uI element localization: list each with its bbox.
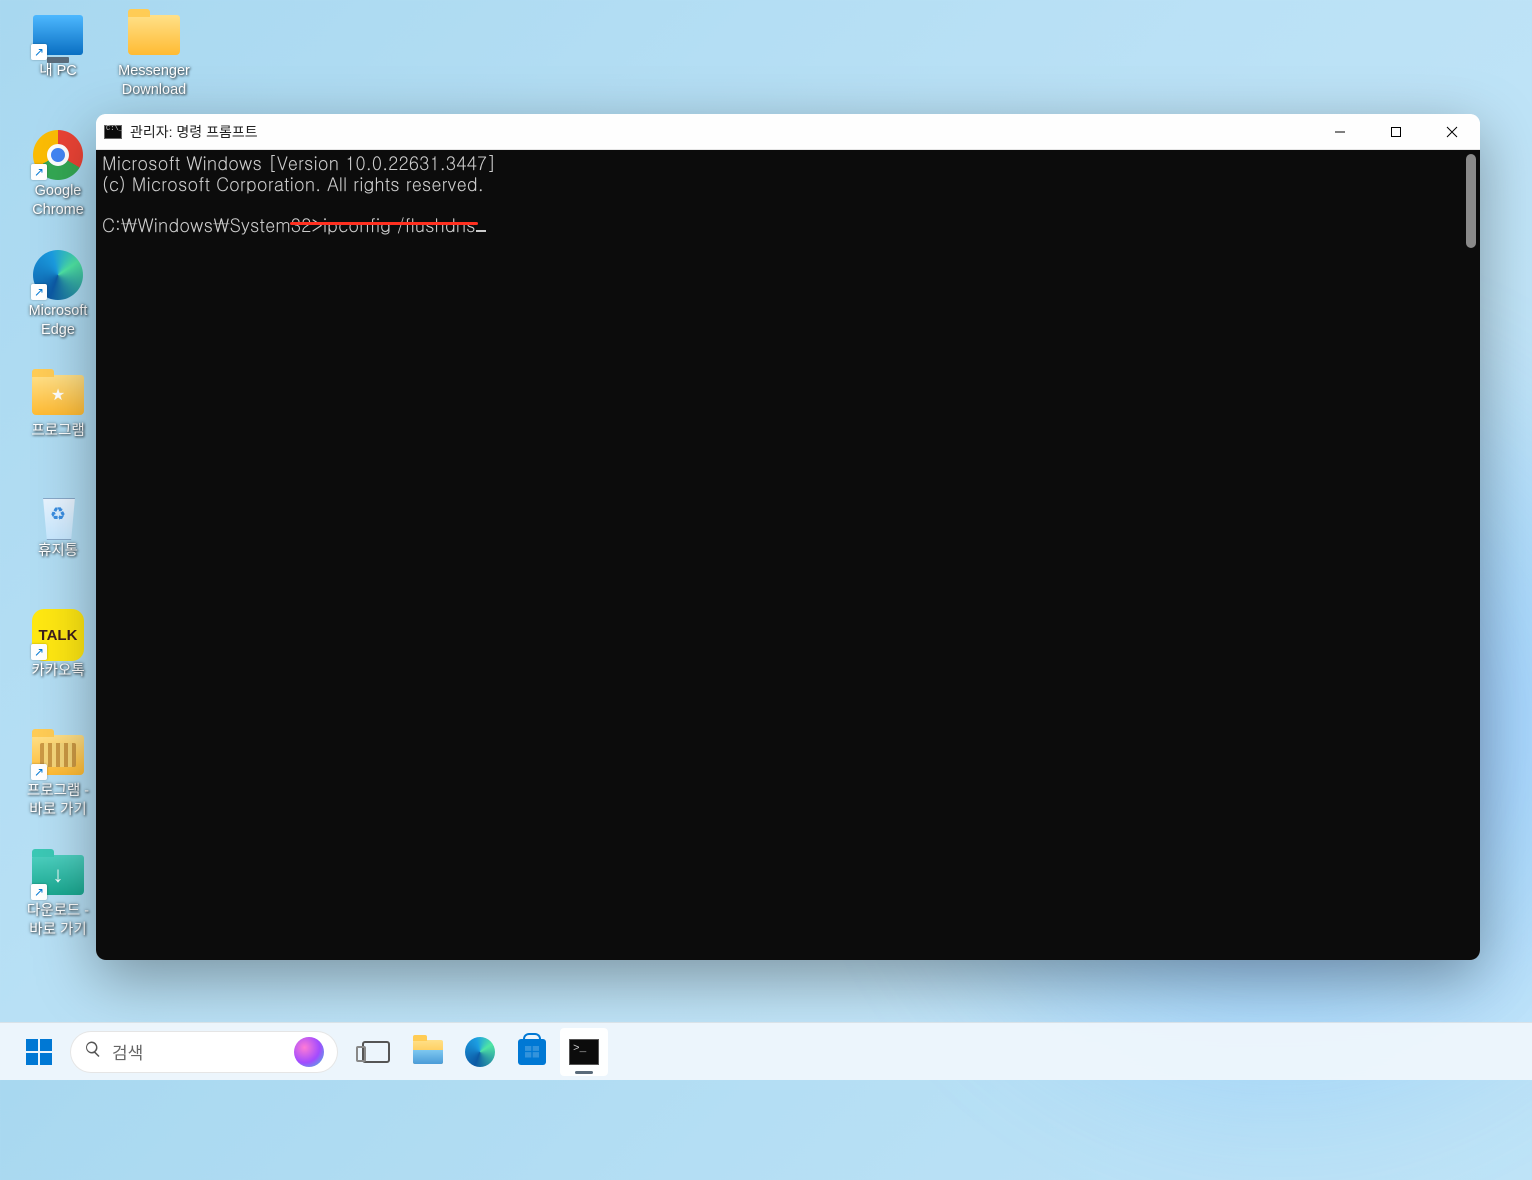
terminal-prompt: C:\Windows\System32> — [102, 213, 323, 238]
search-placeholder: 검색 — [112, 1039, 294, 1064]
terminal-command: ipconfig /flushdns — [323, 213, 476, 238]
terminal-line: (c) Microsoft Corporation. All rights re… — [102, 172, 484, 197]
annotation-underline — [290, 222, 478, 225]
folder-icon — [128, 15, 180, 55]
folder-icon — [32, 375, 84, 415]
edge-icon — [465, 1037, 495, 1067]
cmd-icon — [569, 1039, 599, 1065]
file-explorer-icon — [413, 1040, 443, 1064]
desktop-icon-edge[interactable]: ↗ Microsoft Edge — [12, 248, 104, 368]
shortcut-arrow-icon: ↗ — [31, 644, 47, 660]
maximize-icon — [1390, 126, 1402, 138]
close-icon — [1446, 126, 1458, 138]
search-icon — [84, 1040, 102, 1063]
terminal-output[interactable]: Microsoft Windows [Version 10.0.22631.34… — [96, 150, 1480, 960]
shortcut-arrow-icon: ↗ — [31, 164, 47, 180]
desktop-icon-chrome[interactable]: ↗ Google Chrome — [12, 128, 104, 248]
store-icon — [518, 1039, 546, 1065]
icon-label: 휴지통 — [38, 542, 78, 561]
taskbar-item-command-prompt[interactable] — [560, 1028, 608, 1076]
shortcut-arrow-icon: ↗ — [31, 44, 47, 60]
desktop-icon-downloads-shortcut[interactable]: ↗ 다운로드 - 바로 가기 — [12, 848, 104, 968]
taskbar: 검색 — [0, 1022, 1532, 1080]
shortcut-arrow-icon: ↗ — [31, 284, 47, 300]
minimize-button[interactable] — [1312, 114, 1368, 149]
taskbar-item-edge[interactable] — [456, 1028, 504, 1076]
icon-label: Messenger Download — [118, 62, 190, 100]
icon-label: 프로그램 — [31, 422, 84, 441]
desktop-icon-kakaotalk[interactable]: TALK↗ 카카오톡 — [12, 608, 104, 728]
close-button[interactable] — [1424, 114, 1480, 149]
minimize-icon — [1334, 126, 1346, 138]
desktop-icon-my-pc[interactable]: ↗ 내 PC — [12, 8, 104, 128]
start-button[interactable] — [18, 1031, 60, 1073]
desktop-icon-messenger-download[interactable]: Messenger Download — [108, 8, 200, 128]
desktop-icon-recycle-bin[interactable]: 휴지통 — [12, 488, 104, 608]
task-view-icon — [362, 1041, 390, 1063]
cmd-title-icon — [104, 125, 122, 139]
icon-label: Microsoft Edge — [29, 302, 88, 340]
window-titlebar[interactable]: 관리자: 명령 프롬프트 — [96, 114, 1480, 150]
icon-label: Google Chrome — [32, 182, 84, 220]
desktop-icon-programs[interactable]: 프로그램 — [12, 368, 104, 488]
taskbar-item-file-explorer[interactable] — [404, 1028, 452, 1076]
maximize-button[interactable] — [1368, 114, 1424, 149]
windows-logo-icon — [26, 1039, 52, 1065]
scrollbar[interactable] — [1464, 152, 1478, 942]
desktop[interactable]: ↗ 내 PC ↗ Google Chrome ↗ Microsoft Edge … — [0, 0, 1532, 1080]
taskbar-search[interactable]: 검색 — [70, 1031, 338, 1073]
terminal-cursor — [476, 230, 486, 232]
command-prompt-window: 관리자: 명령 프롬프트 Microsoft Windows [Version … — [96, 114, 1480, 960]
scrollbar-thumb[interactable] — [1466, 154, 1476, 248]
icon-label: 프로그램 - 바로 가기 — [27, 782, 89, 820]
taskbar-item-store[interactable] — [508, 1028, 556, 1076]
taskbar-item-task-view[interactable] — [352, 1028, 400, 1076]
recycle-bin-icon — [36, 490, 80, 540]
icon-label: 내 PC — [39, 62, 77, 81]
icon-label: 다운로드 - 바로 가기 — [27, 902, 89, 940]
shortcut-arrow-icon: ↗ — [31, 884, 47, 900]
shortcut-arrow-icon: ↗ — [31, 764, 47, 780]
search-highlight-icon — [294, 1037, 324, 1067]
icon-label: 카카오톡 — [31, 662, 84, 681]
desktop-icon-programs-shortcut[interactable]: ↗ 프로그램 - 바로 가기 — [12, 728, 104, 848]
window-title: 관리자: 명령 프롬프트 — [130, 122, 1312, 142]
